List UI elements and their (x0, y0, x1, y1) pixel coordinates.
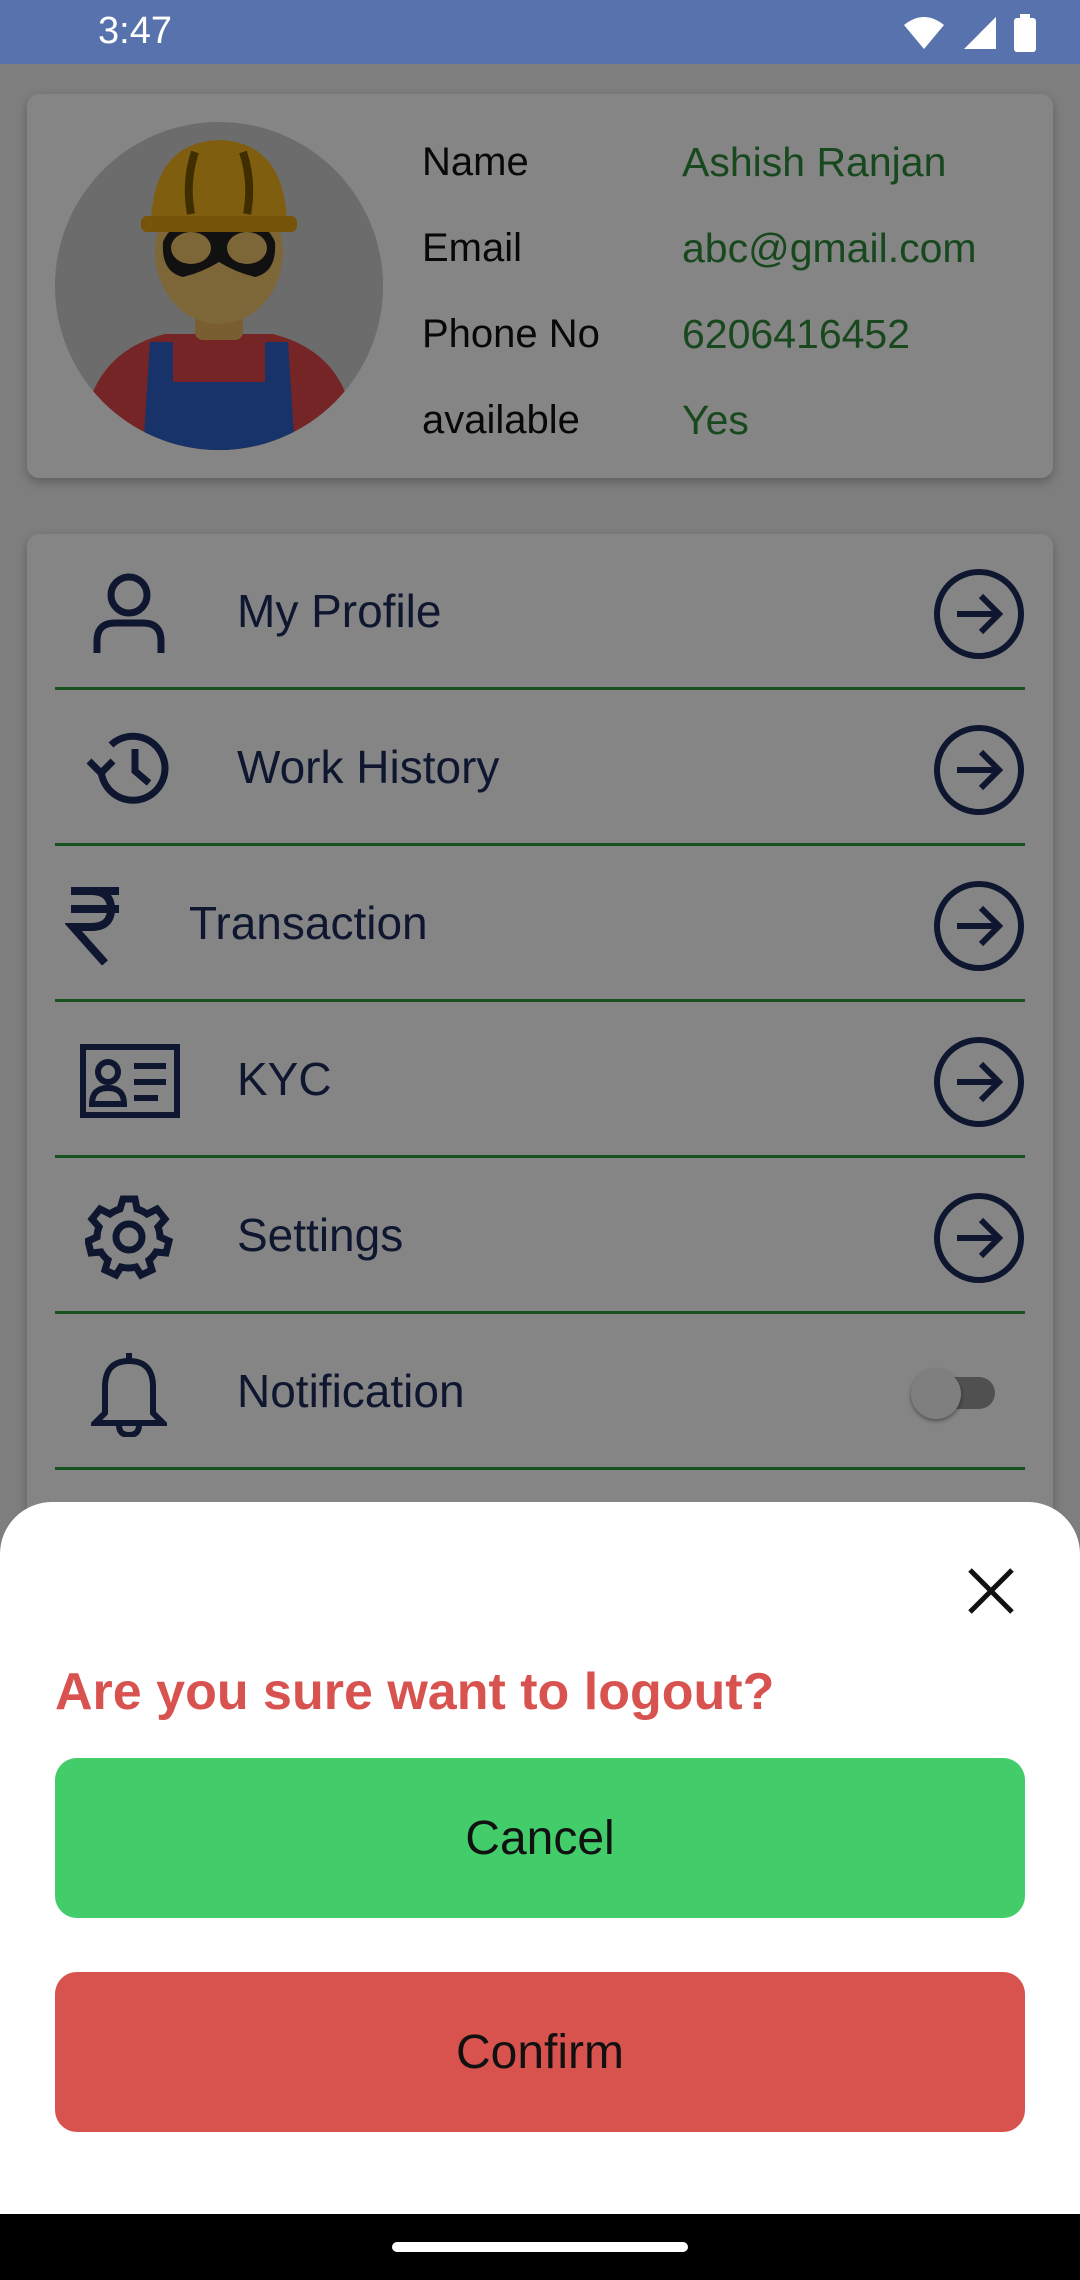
status-bar: 3:47 (0, 0, 1080, 64)
signal-icon (962, 15, 998, 51)
logout-bottom-sheet: Are you sure want to logout? Cancel Conf… (0, 1502, 1080, 2214)
cancel-button[interactable]: Cancel (55, 1758, 1025, 1918)
status-time: 3:47 (98, 10, 172, 52)
battery-icon (1014, 14, 1036, 52)
status-icons (902, 14, 1036, 52)
logout-dialog-title: Are you sure want to logout? (55, 1663, 775, 1721)
close-icon[interactable] (964, 1564, 1018, 1618)
confirm-button[interactable]: Confirm (55, 1972, 1025, 2132)
navigation-bar (0, 2214, 1080, 2280)
wifi-icon (902, 15, 946, 51)
home-gesture-handle[interactable] (392, 2242, 688, 2252)
